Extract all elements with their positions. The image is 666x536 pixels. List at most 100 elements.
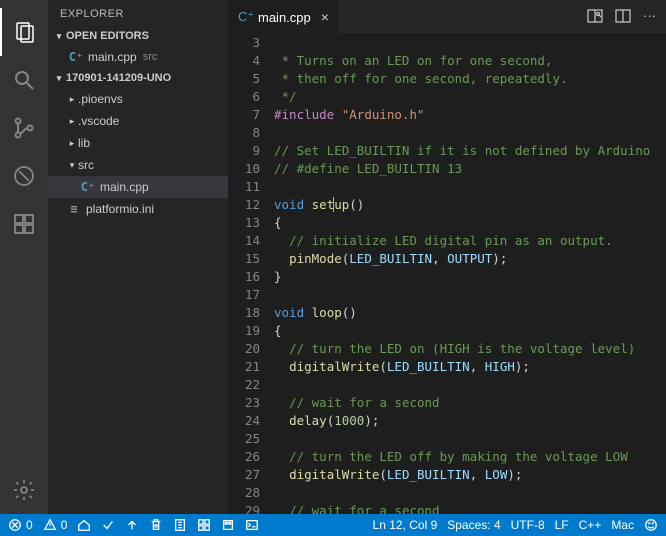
- line-number: 15: [228, 250, 260, 268]
- line-number: 9: [228, 142, 260, 160]
- pio-upload-icon[interactable]: [125, 518, 139, 532]
- pio-test-icon[interactable]: [173, 518, 187, 532]
- more-icon[interactable]: ···: [643, 8, 656, 27]
- code-content[interactable]: * Turns on an LED on for one second, * t…: [274, 34, 666, 514]
- pio-tasks-icon[interactable]: [197, 518, 211, 532]
- status-errors[interactable]: 0: [8, 518, 33, 532]
- line-number: 29: [228, 502, 260, 514]
- line-number: 13: [228, 214, 260, 232]
- code-line[interactable]: * Turns on an LED on for one second,: [274, 52, 666, 70]
- code-line[interactable]: void loop(): [274, 304, 666, 322]
- code-line[interactable]: #include "Arduino.h": [274, 106, 666, 124]
- line-number: 5: [228, 70, 260, 88]
- line-number: 20: [228, 340, 260, 358]
- split-editor-icon[interactable]: [615, 8, 631, 27]
- folder-item[interactable]: ▸lib: [48, 132, 228, 154]
- status-warnings[interactable]: 0: [43, 518, 68, 532]
- line-number: 28: [228, 484, 260, 502]
- pio-home-icon[interactable]: [77, 518, 91, 532]
- code-line[interactable]: // turn the LED off by making the voltag…: [274, 448, 666, 466]
- code-line[interactable]: // initialize LED digital pin as an outp…: [274, 232, 666, 250]
- code-line[interactable]: }: [274, 268, 666, 286]
- line-number: 11: [228, 178, 260, 196]
- code-line[interactable]: {: [274, 214, 666, 232]
- line-number: 19: [228, 322, 260, 340]
- warning-icon: [43, 518, 57, 532]
- code-line[interactable]: // #define LED_BUILTIN 13: [274, 160, 666, 178]
- line-number: 8: [228, 124, 260, 142]
- code-line[interactable]: [274, 484, 666, 502]
- code-line[interactable]: [274, 124, 666, 142]
- code-line[interactable]: pinMode(LED_BUILTIN, OUTPUT);: [274, 250, 666, 268]
- chevron-right-icon: ▸: [66, 138, 78, 149]
- line-number: 10: [228, 160, 260, 178]
- explorer-icon[interactable]: [0, 8, 48, 56]
- open-editors-header[interactable]: ▾OPEN EDITORS: [48, 28, 228, 44]
- folder-item[interactable]: ▾src: [48, 154, 228, 176]
- settings-gear-icon[interactable]: [0, 466, 48, 514]
- debug-icon[interactable]: [0, 152, 48, 200]
- chevron-down-icon: ▾: [54, 73, 64, 84]
- status-lang[interactable]: C++: [579, 518, 602, 532]
- folder-item[interactable]: ▸.vscode: [48, 110, 228, 132]
- code-line[interactable]: */: [274, 88, 666, 106]
- code-line[interactable]: // turn the LED on (HIGH is the voltage …: [274, 340, 666, 358]
- editor: C⁺ main.cpp × ··· 3456789101112131415161…: [228, 0, 666, 514]
- code-line[interactable]: // wait for a second: [274, 502, 666, 514]
- line-number: 6: [228, 88, 260, 106]
- file-item[interactable]: ≡platformio.ini: [48, 198, 228, 220]
- pio-clean-icon[interactable]: [149, 518, 163, 532]
- line-number: 22: [228, 376, 260, 394]
- pio-build-icon[interactable]: [101, 518, 115, 532]
- close-icon[interactable]: ×: [321, 9, 329, 25]
- file-item[interactable]: C⁺main.cpp: [48, 176, 228, 198]
- chevron-right-icon: ▸: [66, 116, 78, 127]
- open-editors-label: OPEN EDITORS: [66, 30, 149, 42]
- code-line[interactable]: void setup(): [274, 196, 666, 214]
- folder-name: lib: [78, 136, 90, 150]
- split-preview-icon[interactable]: [587, 8, 603, 27]
- code-editor[interactable]: 3456789101112131415161718192021222324252…: [228, 34, 666, 514]
- chevron-down-icon: ▾: [54, 31, 64, 42]
- code-line[interactable]: [274, 430, 666, 448]
- line-number: 25: [228, 430, 260, 448]
- status-os[interactable]: Mac: [611, 518, 634, 532]
- line-number: 4: [228, 52, 260, 70]
- status-spaces[interactable]: Spaces: 4: [447, 518, 500, 532]
- status-bar: 0 0 Ln 12, Col 9 Spaces: 4 UTF-8 LF C++ …: [0, 514, 666, 536]
- tab-main-cpp[interactable]: C⁺ main.cpp ×: [228, 0, 339, 34]
- code-line[interactable]: {: [274, 322, 666, 340]
- line-number: 12: [228, 196, 260, 214]
- open-editor-item[interactable]: C⁺main.cppsrc: [48, 46, 228, 68]
- status-encoding[interactable]: UTF-8: [511, 518, 545, 532]
- sidebar: EXPLORER ▾OPEN EDITORS C⁺main.cppsrc ▾17…: [48, 0, 228, 514]
- pio-serial-icon[interactable]: [221, 518, 235, 532]
- code-line[interactable]: [274, 286, 666, 304]
- search-icon[interactable]: [0, 56, 48, 104]
- ini-file-icon: ≡: [66, 202, 82, 216]
- line-number: 21: [228, 358, 260, 376]
- pio-terminal-icon[interactable]: [245, 518, 259, 532]
- folder-item[interactable]: ▸.pioenvs: [48, 88, 228, 110]
- tab-label: main.cpp: [258, 10, 311, 25]
- source-control-icon[interactable]: [0, 104, 48, 152]
- project-header[interactable]: ▾170901-141209-UNO: [48, 70, 228, 86]
- line-gutter: 3456789101112131415161718192021222324252…: [228, 34, 274, 514]
- feedback-icon[interactable]: [644, 518, 658, 532]
- status-cursor[interactable]: Ln 12, Col 9: [373, 518, 438, 532]
- line-number: 16: [228, 268, 260, 286]
- status-eol[interactable]: LF: [555, 518, 569, 532]
- folder-name: src: [78, 158, 94, 172]
- code-line[interactable]: // wait for a second: [274, 394, 666, 412]
- code-line[interactable]: // Set LED_BUILTIN if it is not defined …: [274, 142, 666, 160]
- project-name-label: 170901-141209-UNO: [66, 72, 171, 84]
- code-line[interactable]: digitalWrite(LED_BUILTIN, HIGH);: [274, 358, 666, 376]
- chevron-down-icon: ▾: [66, 160, 78, 171]
- extensions-icon[interactable]: [0, 200, 48, 248]
- code-line[interactable]: delay(1000);: [274, 412, 666, 430]
- code-line[interactable]: [274, 178, 666, 196]
- code-line[interactable]: digitalWrite(LED_BUILTIN, LOW);: [274, 466, 666, 484]
- code-line[interactable]: [274, 34, 666, 52]
- code-line[interactable]: [274, 376, 666, 394]
- code-line[interactable]: * then off for one second, repeatedly.: [274, 70, 666, 88]
